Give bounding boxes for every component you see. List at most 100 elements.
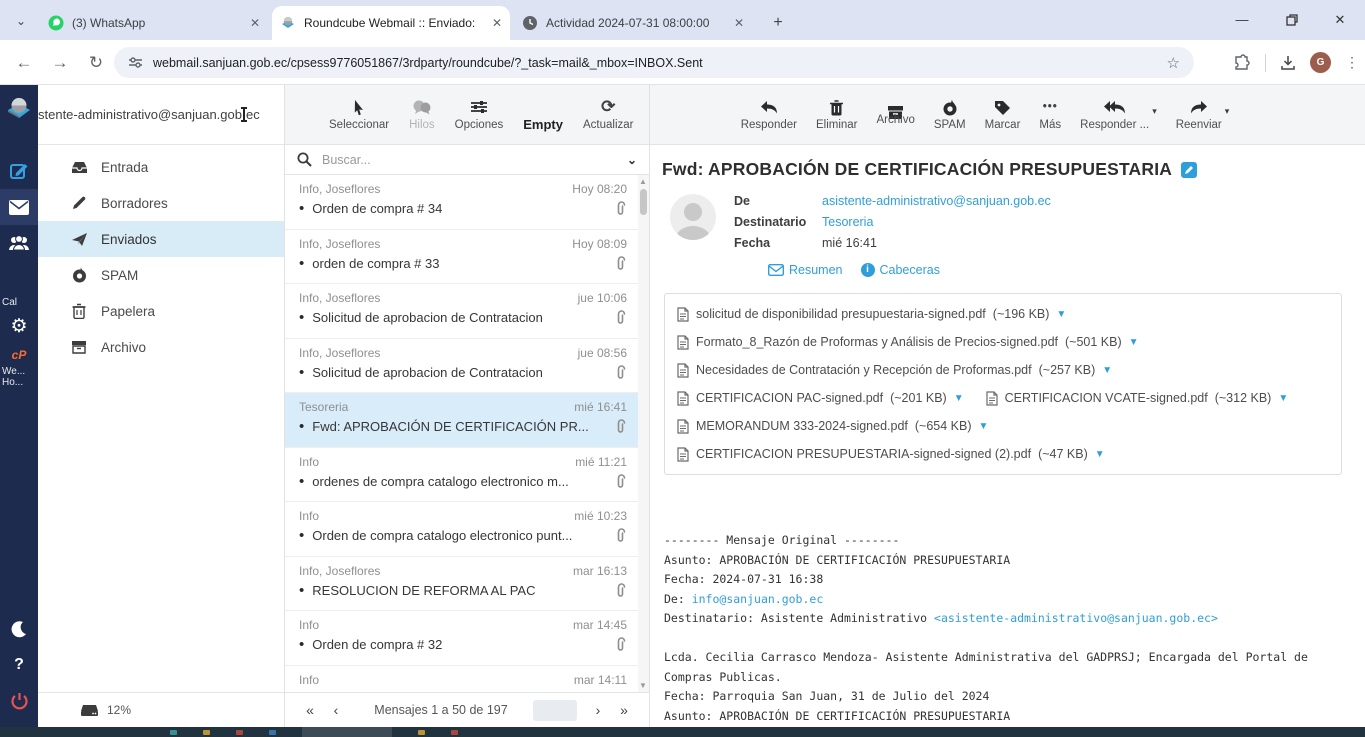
body-to-link[interactable]: <asistente-administrativo@sanjuan.gob.ec… — [934, 611, 1218, 625]
reply-button[interactable]: Responder — [741, 98, 797, 131]
taskbar-active-app[interactable] — [302, 727, 392, 737]
tab-search-icon[interactable]: ⌄ — [8, 10, 34, 32]
search-options-chevron-icon[interactable]: ⌄ — [627, 153, 637, 167]
attachment-item[interactable]: MEMORANDUM 333-2024-signed.pdf (~654 KB)… — [677, 419, 988, 434]
tab-roundcube[interactable]: Roundcube Webmail :: Enviado: ✕ — [272, 6, 510, 40]
reload-icon[interactable]: ↻ — [84, 51, 108, 75]
options-button[interactable]: Opciones — [455, 98, 504, 131]
dark-mode-moon-icon[interactable] — [0, 611, 38, 647]
prev-page-icon[interactable]: ‹ — [323, 702, 349, 718]
next-page-icon[interactable]: › — [585, 702, 611, 718]
attachment-menu-caret-icon[interactable]: ▼ — [1056, 309, 1066, 320]
threads-button[interactable]: Hilos — [409, 98, 435, 131]
downloads-icon[interactable] — [1280, 55, 1296, 71]
body-from-link[interactable]: info@sanjuan.gob.ec — [692, 592, 824, 606]
empty-button[interactable]: Empty — [523, 98, 563, 132]
new-tab-button[interactable]: + — [766, 11, 790, 35]
attachment-menu-caret-icon[interactable]: ▼ — [979, 421, 989, 432]
account-email[interactable]: stente-administrativo@sanjuan.gobec — [38, 85, 284, 145]
forward-icon[interactable]: → — [48, 51, 72, 75]
taskbar-app-icon[interactable] — [269, 730, 276, 735]
folder-papelera[interactable]: Papelera — [38, 293, 284, 329]
profile-avatar[interactable]: G — [1310, 52, 1331, 73]
folder-archivo[interactable]: Archivo — [38, 329, 284, 365]
taskbar-app-icon[interactable] — [418, 730, 425, 735]
attachment-menu-caret-icon[interactable]: ▼ — [1278, 393, 1288, 404]
minimize-button[interactable]: — — [1219, 0, 1265, 40]
extensions-icon[interactable] — [1233, 54, 1251, 72]
scroll-up-icon[interactable]: ▲ — [639, 177, 647, 186]
list-scrollbar[interactable]: ▲ ▼ — [638, 175, 649, 692]
forward-caret-icon[interactable]: ▾ — [1225, 106, 1230, 117]
folder-borradores[interactable]: Borradores — [38, 185, 284, 221]
message-row[interactable]: Infomié 10:23 •Orden de compra catalogo … — [285, 502, 649, 557]
attachment-item[interactable]: CERTIFICACION VCATE-signed.pdf (~312 KB)… — [986, 391, 1289, 406]
search-input[interactable] — [322, 153, 617, 167]
attachment-item[interactable]: Necesidades de Contratación y Recepción … — [677, 363, 1112, 378]
omnibox[interactable]: webmail.sanjuan.gob.ec/cpsess9776051867/… — [114, 47, 1194, 78]
tab-close-icon[interactable]: ✕ — [250, 16, 260, 30]
attachment-item[interactable]: Formato_8_Razón de Proformas y Análisis … — [677, 335, 1139, 350]
open-in-window-icon[interactable] — [1181, 162, 1197, 178]
from-address[interactable]: asistente-administrativo@sanjuan.gob.ec — [822, 194, 1051, 208]
attachment-menu-caret-icon[interactable]: ▼ — [1095, 449, 1105, 460]
message-row[interactable]: Info, Josefloresjue 10:06 •Solicitud de … — [285, 284, 649, 339]
delete-button[interactable]: Eliminar — [816, 98, 858, 131]
cpanel-icon[interactable]: cP — [0, 344, 38, 366]
tab-close-icon[interactable]: ✕ — [492, 16, 502, 30]
reply-all-button[interactable]: Responder ... — [1080, 98, 1149, 131]
taskbar-app-icon[interactable] — [236, 730, 243, 735]
bookmark-star-icon[interactable]: ☆ — [1167, 54, 1180, 72]
taskbar-app-icon[interactable] — [203, 730, 210, 735]
folder-enviados[interactable]: Enviados — [38, 221, 284, 257]
url-text[interactable]: webmail.sanjuan.gob.ec/cpsess9776051867/… — [153, 56, 1167, 70]
folder-spam[interactable]: SPAM — [38, 257, 284, 293]
tab-actividad[interactable]: Actividad 2024-07-31 08:00:00 ✕ — [514, 6, 752, 40]
forward-group[interactable]: Reenviar ▾ — [1176, 98, 1230, 131]
headers-link[interactable]: i Cabeceras — [861, 263, 940, 277]
taskbar-app-icon[interactable] — [170, 730, 177, 735]
reply-all-group[interactable]: Responder ... ▾ — [1080, 98, 1157, 131]
summary-link[interactable]: Resumen — [768, 263, 843, 277]
select-button[interactable]: Seleccionar — [329, 98, 389, 131]
message-row[interactable]: Info, Josefloresmar 16:13 •RESOLUCION DE… — [285, 557, 649, 612]
attachment-item[interactable]: CERTIFICACION PRESUPUESTARIA-signed-sign… — [677, 447, 1105, 462]
webmail-home-label[interactable]: We... Ho... — [0, 366, 38, 388]
calendar-label[interactable]: Cal — [0, 297, 38, 308]
message-row[interactable]: Info, JosefloresHoy 08:09 •orden de comp… — [285, 230, 649, 285]
last-page-icon[interactable]: » — [611, 702, 637, 718]
site-settings-icon[interactable] — [128, 55, 143, 70]
chrome-menu-icon[interactable]: ⋮ — [1345, 54, 1359, 71]
first-page-icon[interactable]: « — [297, 702, 323, 718]
message-row-selected[interactable]: Tesoreriamié 16:41 •Fwd: APROBACIÓN DE C… — [285, 393, 649, 448]
tab-whatsapp[interactable]: (3) WhatsApp ✕ — [40, 6, 268, 40]
settings-gear-icon[interactable]: ⚙ — [0, 308, 38, 344]
attachment-item[interactable]: CERTIFICACION PAC-signed.pdf (~201 KB) ▼ — [677, 391, 964, 406]
archive-button[interactable]: Archivo — [877, 104, 915, 126]
more-button[interactable]: ••• Más — [1039, 98, 1061, 131]
mail-icon[interactable] — [0, 189, 38, 225]
message-row[interactable]: Infomar 14:45 •Orden de compra # 32 — [285, 611, 649, 666]
close-button[interactable]: ✕ — [1317, 0, 1363, 40]
scroll-thumb[interactable] — [640, 189, 647, 215]
attachment-menu-caret-icon[interactable]: ▼ — [1129, 337, 1139, 348]
to-address[interactable]: Tesoreria — [822, 215, 873, 229]
page-input[interactable] — [533, 700, 577, 721]
forward-button[interactable]: Reenviar — [1176, 98, 1222, 131]
attachment-item[interactable]: solicitud de disponibilidad presupuestar… — [677, 307, 1066, 322]
contacts-icon[interactable] — [0, 225, 38, 261]
message-row[interactable]: Infomié 11:21 •ordenes de compra catalog… — [285, 448, 649, 503]
folder-entrada[interactable]: Entrada — [38, 149, 284, 185]
scroll-down-icon[interactable]: ▼ — [639, 681, 647, 690]
tab-close-icon[interactable]: ✕ — [734, 16, 744, 30]
taskbar-app-icon[interactable] — [451, 730, 458, 735]
reply-all-caret-icon[interactable]: ▾ — [1152, 106, 1157, 117]
logout-power-icon[interactable] — [0, 683, 38, 719]
message-row[interactable]: Info, JosefloresHoy 08:20 •Orden de comp… — [285, 175, 649, 230]
attachment-menu-caret-icon[interactable]: ▼ — [954, 393, 964, 404]
mark-button[interactable]: Marcar — [985, 98, 1021, 131]
attachment-menu-caret-icon[interactable]: ▼ — [1102, 365, 1112, 376]
compose-icon[interactable] — [0, 153, 38, 189]
maximize-button[interactable] — [1269, 0, 1315, 40]
message-row[interactable]: Infomar 14:11 — [285, 666, 649, 693]
